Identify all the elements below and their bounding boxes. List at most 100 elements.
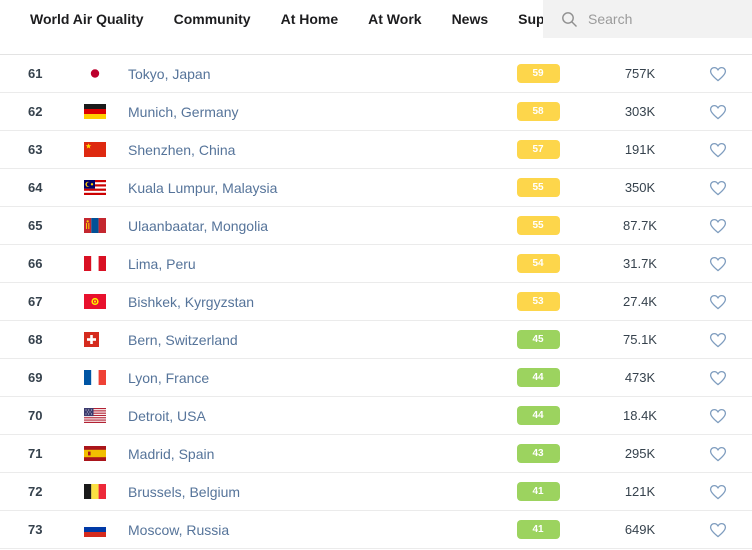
rank-number: 72 bbox=[0, 484, 84, 499]
followers-count: 649K bbox=[596, 522, 684, 537]
search-box[interactable] bbox=[543, 0, 752, 38]
follow-heart-button[interactable] bbox=[707, 444, 729, 464]
rank-number: 68 bbox=[0, 332, 84, 347]
table-row[interactable]: 65 Ulaanbaatar, Mongolia 55 87.7K bbox=[0, 207, 752, 245]
table-row[interactable]: 64 Kuala Lumpur, Malaysia 55 350K bbox=[0, 169, 752, 207]
table-row[interactable]: 67 Bishkek, Kyrgyzstan 53 27.4K bbox=[0, 283, 752, 321]
followers-count: 121K bbox=[596, 484, 684, 499]
search-input[interactable] bbox=[588, 11, 738, 27]
city-link[interactable]: Ulaanbaatar, Mongolia bbox=[128, 218, 480, 234]
city-link[interactable]: Munich, Germany bbox=[128, 104, 480, 120]
rank-number: 73 bbox=[0, 522, 84, 537]
follow-heart-button[interactable] bbox=[707, 292, 729, 312]
heart-icon bbox=[709, 142, 727, 158]
nav-item-news[interactable]: News bbox=[452, 11, 489, 27]
follow-heart-button[interactable] bbox=[707, 216, 729, 236]
nav-item-world-air-quality[interactable]: World Air Quality bbox=[30, 11, 144, 27]
rank-number: 61 bbox=[0, 66, 84, 81]
country-flag-fr bbox=[84, 370, 128, 385]
heart-icon bbox=[709, 66, 727, 82]
follow-heart-button[interactable] bbox=[707, 254, 729, 274]
follow-heart-button[interactable] bbox=[707, 140, 729, 160]
follow-heart-button[interactable] bbox=[707, 406, 729, 426]
country-flag-ru bbox=[84, 522, 128, 537]
city-link[interactable]: Kuala Lumpur, Malaysia bbox=[128, 180, 480, 196]
follow-heart-button[interactable] bbox=[707, 368, 729, 388]
followers-count: 31.7K bbox=[596, 256, 684, 271]
follow-heart-button[interactable] bbox=[707, 102, 729, 122]
rank-number: 71 bbox=[0, 446, 84, 461]
table-row[interactable]: 61 Tokyo, Japan 59 757K bbox=[0, 55, 752, 93]
aqi-badge: 58 bbox=[517, 102, 560, 121]
table-row[interactable]: 66 Lima, Peru 54 31.7K bbox=[0, 245, 752, 283]
heart-icon bbox=[709, 218, 727, 234]
country-flag-kg bbox=[84, 294, 128, 309]
followers-count: 350K bbox=[596, 180, 684, 195]
followers-count: 303K bbox=[596, 104, 684, 119]
city-link[interactable]: Bishkek, Kyrgyzstan bbox=[128, 294, 480, 310]
followers-count: 18.4K bbox=[596, 408, 684, 423]
aqi-badge: 57 bbox=[517, 140, 560, 159]
top-navbar: World Air Quality Community At Home At W… bbox=[0, 0, 752, 54]
city-link[interactable]: Shenzhen, China bbox=[128, 142, 480, 158]
city-link[interactable]: Tokyo, Japan bbox=[128, 66, 480, 82]
follow-heart-button[interactable] bbox=[707, 178, 729, 198]
search-icon bbox=[561, 11, 578, 28]
country-flag-jp bbox=[84, 66, 128, 81]
table-row[interactable]: 69 Lyon, France 44 473K bbox=[0, 359, 752, 397]
followers-count: 191K bbox=[596, 142, 684, 157]
aqi-badge: 43 bbox=[517, 444, 560, 463]
city-link[interactable]: Lyon, France bbox=[128, 370, 480, 386]
follow-heart-button[interactable] bbox=[707, 482, 729, 502]
heart-icon bbox=[709, 370, 727, 386]
table-row[interactable]: 70 Detroit, USA 44 18.4K bbox=[0, 397, 752, 435]
heart-icon bbox=[709, 446, 727, 462]
country-flag-mn bbox=[84, 218, 128, 233]
followers-count: 473K bbox=[596, 370, 684, 385]
aqi-badge: 55 bbox=[517, 178, 560, 197]
country-flag-cn bbox=[84, 142, 128, 157]
city-link[interactable]: Bern, Switzerland bbox=[128, 332, 480, 348]
table-row[interactable]: 62 Munich, Germany 58 303K bbox=[0, 93, 752, 131]
aqi-badge: 44 bbox=[517, 368, 560, 387]
country-flag-us bbox=[84, 408, 128, 423]
followers-count: 75.1K bbox=[596, 332, 684, 347]
aqi-badge: 54 bbox=[517, 254, 560, 273]
follow-heart-button[interactable] bbox=[707, 330, 729, 350]
aqi-badge: 45 bbox=[517, 330, 560, 349]
table-row[interactable]: 63 Shenzhen, China 57 191K bbox=[0, 131, 752, 169]
followers-count: 757K bbox=[596, 66, 684, 81]
city-link[interactable]: Brussels, Belgium bbox=[128, 484, 480, 500]
rank-number: 69 bbox=[0, 370, 84, 385]
nav-item-community[interactable]: Community bbox=[174, 11, 251, 27]
table-row[interactable]: 68 Bern, Switzerland 45 75.1K bbox=[0, 321, 752, 359]
heart-icon bbox=[709, 332, 727, 348]
rank-number: 64 bbox=[0, 180, 84, 195]
aqi-badge: 41 bbox=[517, 482, 560, 501]
followers-count: 295K bbox=[596, 446, 684, 461]
country-flag-my bbox=[84, 180, 128, 195]
country-flag-be bbox=[84, 484, 128, 499]
follow-heart-button[interactable] bbox=[707, 64, 729, 84]
heart-icon bbox=[709, 256, 727, 272]
nav-item-at-work[interactable]: At Work bbox=[368, 11, 421, 27]
city-link[interactable]: Detroit, USA bbox=[128, 408, 480, 424]
nav-item-at-home[interactable]: At Home bbox=[281, 11, 339, 27]
heart-icon bbox=[709, 180, 727, 196]
rank-number: 63 bbox=[0, 142, 84, 157]
heart-icon bbox=[709, 484, 727, 500]
rank-number: 70 bbox=[0, 408, 84, 423]
aqi-badge: 55 bbox=[517, 216, 560, 235]
aqi-badge: 53 bbox=[517, 292, 560, 311]
table-row[interactable]: 73 Moscow, Russia 41 649K bbox=[0, 511, 752, 549]
rank-number: 62 bbox=[0, 104, 84, 119]
follow-heart-button[interactable] bbox=[707, 520, 729, 540]
table-row[interactable]: 71 Madrid, Spain 43 295K bbox=[0, 435, 752, 473]
city-link[interactable]: Lima, Peru bbox=[128, 256, 480, 272]
table-row[interactable]: 72 Brussels, Belgium 41 121K bbox=[0, 473, 752, 511]
heart-icon bbox=[709, 104, 727, 120]
heart-icon bbox=[709, 294, 727, 310]
city-link[interactable]: Moscow, Russia bbox=[128, 522, 480, 538]
city-link[interactable]: Madrid, Spain bbox=[128, 446, 480, 462]
country-flag-es bbox=[84, 446, 128, 461]
